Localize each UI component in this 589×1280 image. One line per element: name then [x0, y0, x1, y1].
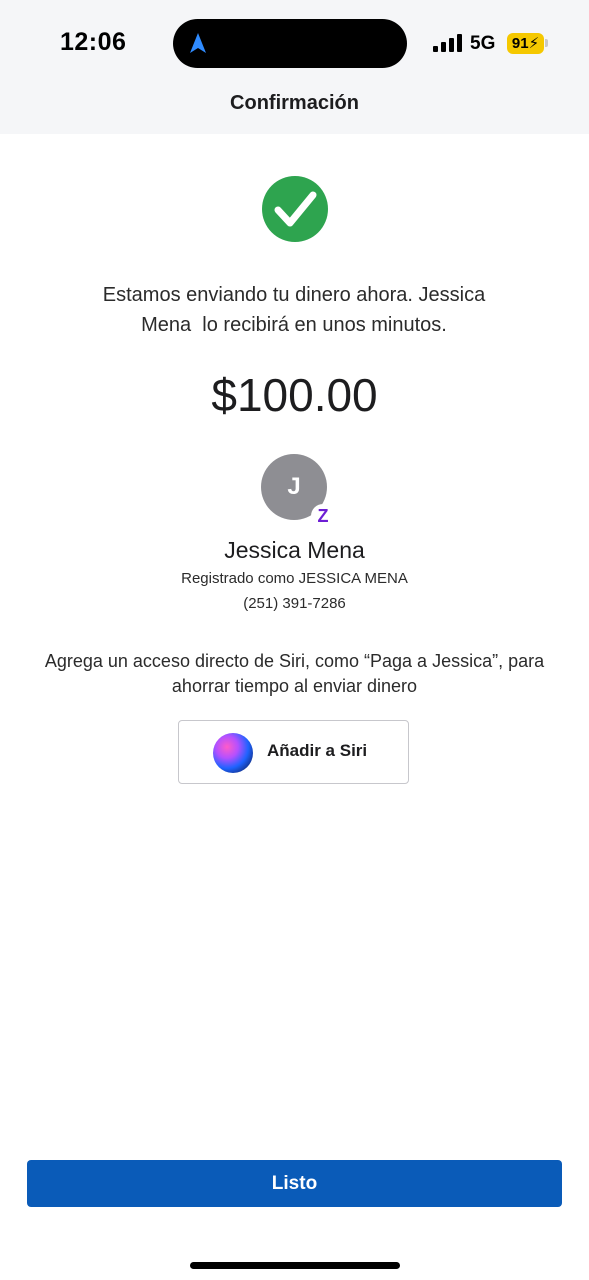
- navigation-arrow-icon: [190, 33, 206, 53]
- confirmation-message: Estamos enviando tu dinero ahora. Jessic…: [44, 280, 544, 340]
- recipient-phone: (251) 391-7286: [243, 595, 346, 612]
- add-to-siri-button[interactable]: Añadir a Siri: [178, 720, 409, 784]
- recipient-registered-name: Registrado como JESSICA MENA: [181, 570, 408, 587]
- success-check-icon: [262, 176, 328, 242]
- add-to-siri-label: Añadir a Siri: [267, 741, 368, 760]
- status-time: 12:06: [60, 28, 127, 56]
- network-type: 5G: [470, 33, 496, 54]
- dynamic-island: [173, 19, 407, 68]
- siri-prompt-line-2: ahorrar tiempo al enviar dinero: [171, 676, 418, 696]
- siri-shortcut-prompt: Agrega un acceso directo de Siri, como “…: [24, 649, 565, 699]
- status-bar: 12:06 5G 91⚡: [0, 0, 589, 88]
- cellular-signal-icon: [433, 34, 462, 52]
- siri-icon: [213, 733, 253, 773]
- recipient-name: Jessica Mena: [224, 537, 365, 563]
- amount-sent: $100.00: [211, 369, 378, 421]
- confirmation-message-line-1: Estamos enviando tu dinero ahora. Jessic…: [102, 284, 486, 306]
- zelle-badge-icon: Z: [311, 504, 335, 528]
- confirmation-message-line-2: Mena lo recibirá en unos minutos.: [141, 314, 447, 336]
- battery-tip: [545, 39, 548, 47]
- battery-level: 91: [511, 35, 529, 52]
- done-button[interactable]: Listo: [27, 1160, 562, 1207]
- siri-prompt-line-1: Agrega un acceso directo de Siri, como “…: [44, 651, 545, 671]
- battery-icon: 91⚡: [507, 33, 544, 54]
- home-indicator[interactable]: [190, 1262, 400, 1269]
- page-title: Confirmación: [230, 92, 359, 114]
